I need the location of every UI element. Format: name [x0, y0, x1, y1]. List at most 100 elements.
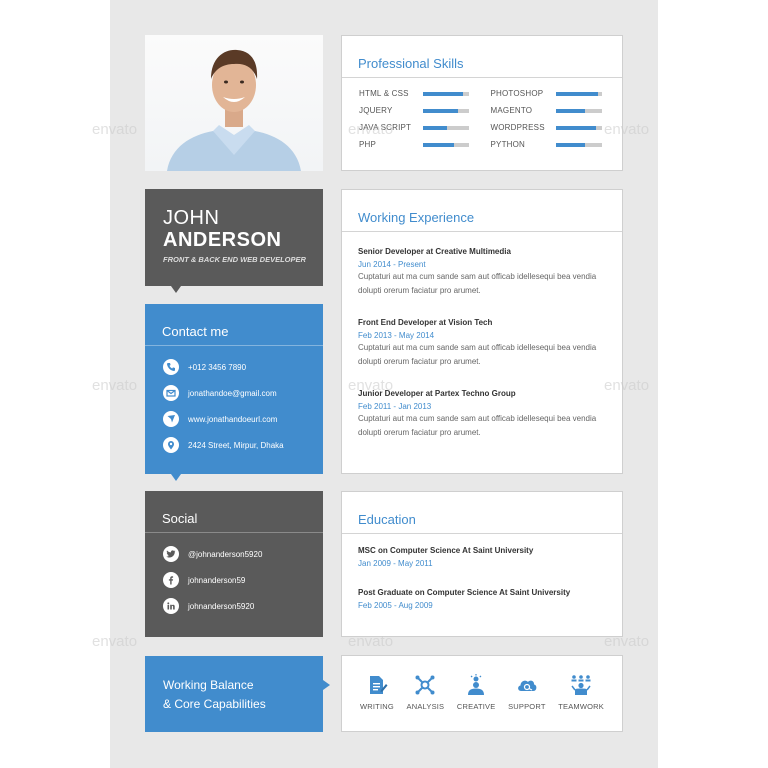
skill-bar	[423, 91, 469, 96]
skill-item: PYTHON	[491, 136, 623, 153]
core-label: CREATIVE	[456, 702, 496, 711]
skill-name: PHP	[359, 140, 377, 149]
core-item-analysis: ANALYSIS	[407, 674, 445, 711]
pointer-arrow	[171, 286, 181, 293]
core-capabilities-banner: Working Balance & Core Capabilities	[145, 656, 330, 732]
first-name: JOHN	[163, 207, 220, 229]
facebook-icon	[163, 572, 179, 588]
core-item-writing: WRITING	[360, 674, 394, 711]
education-degree: Post Graduate on Computer Science At Sai…	[358, 588, 571, 597]
core-label: ANALYSIS	[406, 702, 445, 711]
skill-name: PYTHON	[490, 140, 526, 149]
profile-photo	[145, 35, 323, 171]
contact-email[interactable]: jonathandoe@gmail.com	[145, 380, 323, 406]
skills-column-right: PHOTOSHOP MAGENTO WORDPRESS PYTHON	[491, 85, 623, 153]
skill-name: MAGENTO	[490, 106, 533, 115]
core-capabilities-card: WRITING ANALYSIS CREATIVE SUPPORT TEAMWO…	[341, 655, 623, 732]
experience-card: Working Experience Senior Developer at C…	[341, 189, 623, 474]
skill-bar-fill	[555, 125, 596, 130]
contact-phone-text: +012 3456 7890	[188, 362, 247, 372]
teamwork-icon	[571, 675, 591, 695]
social-card: Social @johnanderson5920 johnanderson59 …	[145, 491, 323, 637]
skill-bar-fill	[555, 142, 586, 147]
skill-item: PHOTOSHOP	[491, 85, 623, 102]
core-capabilities-line1: Working Balance	[163, 678, 254, 692]
education-entry: MSC on Computer Science At Saint Univers…	[342, 546, 622, 568]
skill-name: HTML & CSS	[359, 89, 409, 98]
skill-item: MAGENTO	[491, 102, 623, 119]
core-capabilities-heading: Working Balance & Core Capabilities	[163, 676, 266, 714]
skills-card: Professional Skills HTML & CSS JQUERY JA…	[341, 35, 623, 171]
creative-icon	[468, 674, 485, 695]
skill-bar	[423, 108, 469, 113]
education-entry: Post Graduate on Computer Science At Sai…	[342, 588, 622, 610]
skill-name: JAVA SCRIPT	[359, 123, 412, 132]
support-icon	[517, 680, 537, 691]
skill-name: WORDPRESS	[490, 123, 545, 132]
contact-website-text: www.jonathandoeurl.com	[188, 414, 278, 424]
experience-position: Front End Developer at Vision Tech	[358, 318, 493, 327]
core-label: TEAMWORK	[558, 702, 604, 711]
experience-position: Junior Developer at Partex Techno Group	[358, 389, 516, 398]
experience-date: Feb 2013 - May 2014	[358, 331, 435, 340]
experience-entry: Junior Developer at Partex Techno Group …	[342, 389, 622, 440]
experience-position: Senior Developer at Creative Multimedia	[358, 247, 511, 256]
contact-card: Contact me +012 3456 7890 jonathandoe@gm…	[145, 304, 323, 481]
core-label: SUPPORT	[508, 702, 546, 711]
social-twitter[interactable]: @johnanderson5920	[145, 541, 323, 567]
job-role: FRONT & BACK END WEB DEVELOPER	[163, 255, 306, 264]
skill-item: WORDPRESS	[491, 119, 623, 136]
skill-item: JAVA SCRIPT	[359, 119, 491, 136]
social-linkedin-text: johnanderson5920	[188, 601, 255, 611]
social-facebook[interactable]: johnanderson59	[145, 567, 323, 593]
social-title: Social	[145, 491, 323, 533]
skill-bar	[555, 108, 602, 113]
writing-icon	[369, 676, 388, 694]
education-card: Education MSC on Computer Science At Sai…	[341, 491, 623, 637]
skill-item: JQUERY	[359, 102, 491, 119]
skill-bar-fill	[423, 91, 464, 96]
person-portrait-icon	[167, 49, 301, 171]
core-item-teamwork: TEAMWORK	[558, 674, 604, 711]
skills-column-left: HTML & CSS JQUERY JAVA SCRIPT PHP	[359, 85, 491, 153]
core-item-support: SUPPORT	[508, 674, 546, 711]
skill-bar	[555, 125, 602, 130]
skill-bar-fill	[423, 142, 455, 147]
core-capabilities-line2: & Core Capabilities	[163, 697, 266, 711]
skill-bar-fill	[423, 125, 448, 130]
experience-description: Cuptaturi aut ma cum sande sam aut offic…	[358, 343, 597, 366]
contact-address: 2424 Street, Mirpur, Dhaka	[145, 432, 323, 458]
analysis-icon	[415, 675, 435, 695]
skill-bar	[555, 142, 602, 147]
phone-icon	[163, 359, 179, 375]
core-item-creative: CREATIVE	[457, 674, 496, 711]
skill-item: PHP	[359, 136, 491, 153]
contact-phone[interactable]: +012 3456 7890	[145, 354, 323, 380]
pointer-arrow	[171, 474, 181, 481]
skill-name: PHOTOSHOP	[490, 89, 544, 98]
skill-bar	[423, 142, 469, 147]
linkedin-icon	[163, 598, 179, 614]
social-linkedin[interactable]: johnanderson5920	[145, 593, 323, 619]
email-icon	[163, 385, 179, 401]
education-title: Education	[342, 492, 622, 534]
contact-title: Contact me	[145, 304, 323, 346]
pointer-arrow	[323, 680, 330, 690]
contact-email-text: jonathandoe@gmail.com	[188, 388, 277, 398]
skill-bar	[555, 91, 602, 96]
experience-entry: Senior Developer at Creative Multimedia …	[342, 247, 622, 298]
contact-address-text: 2424 Street, Mirpur, Dhaka	[188, 440, 284, 450]
contact-website[interactable]: www.jonathandoeurl.com	[145, 406, 323, 432]
skill-bar-fill	[555, 108, 586, 113]
skill-bar-fill	[555, 91, 599, 96]
social-twitter-text: @johnanderson5920	[188, 549, 263, 559]
last-name: ANDERSON	[163, 229, 282, 251]
experience-description: Cuptaturi aut ma cum sande sam aut offic…	[358, 414, 597, 437]
education-date: Jan 2009 - May 2011	[358, 559, 433, 568]
experience-title: Working Experience	[342, 190, 622, 232]
core-label: WRITING	[360, 702, 394, 711]
education-date: Feb 2005 - Aug 2009	[358, 601, 433, 610]
skill-bar	[423, 125, 469, 130]
experience-description: Cuptaturi aut ma cum sande sam aut offic…	[358, 272, 597, 295]
education-degree: MSC on Computer Science At Saint Univers…	[358, 546, 534, 555]
